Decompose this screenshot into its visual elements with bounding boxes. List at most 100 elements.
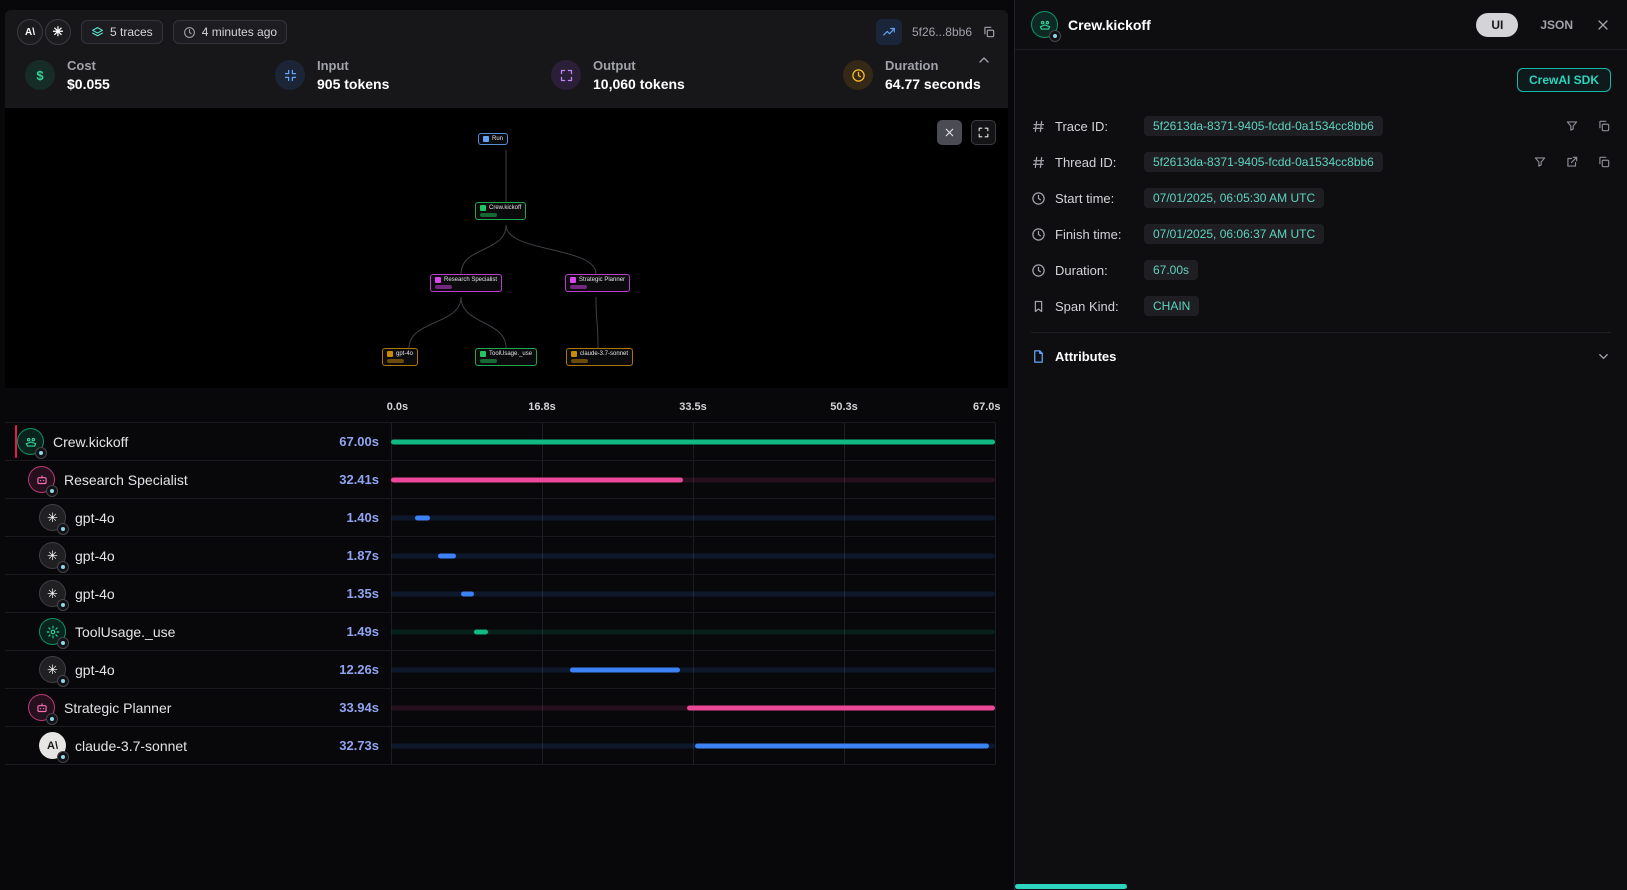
detail-value: 67.00s bbox=[1144, 260, 1198, 280]
external-icon[interactable] bbox=[1565, 155, 1579, 169]
arrows-out-icon bbox=[559, 68, 574, 83]
graph-node[interactable]: Crew.kickoff bbox=[475, 202, 526, 220]
waterfall-row[interactable]: Crew.kickoff67.00s bbox=[5, 423, 995, 461]
graph-node-label: claude-3.7-sonnet bbox=[580, 351, 628, 357]
openai-icon: ✳ bbox=[39, 656, 66, 683]
waterfall-row[interactable]: ✳gpt-4o1.35s bbox=[5, 575, 995, 613]
graph-node-duration-chip bbox=[570, 285, 587, 289]
waterfall-row-label: ✳gpt-4o1.40s bbox=[5, 504, 391, 531]
trace-main: A\ ✳ 5 traces 4 minutes ago 5f26...8bb6 … bbox=[0, 0, 1014, 890]
span-name: claude-3.7-sonnet bbox=[75, 738, 187, 754]
span-duration: 1.87s bbox=[346, 548, 379, 563]
waterfall-row-label: A\ claude-3.7-sonnet 32.73s bbox=[5, 732, 391, 759]
graph-node[interactable]: ToolUsage._use bbox=[475, 348, 537, 366]
close-graph-button[interactable] bbox=[937, 120, 962, 145]
stat-cost-value: $0.055 bbox=[67, 76, 110, 92]
span-duration: 1.40s bbox=[346, 510, 379, 525]
graph-node[interactable]: gpt-4o bbox=[382, 348, 418, 366]
duration-track bbox=[391, 553, 995, 558]
waterfall-row-track bbox=[391, 651, 995, 688]
detail-label: Trace ID: bbox=[1055, 119, 1135, 134]
arrows-in-icon bbox=[283, 68, 298, 83]
attributes-label: Attributes bbox=[1055, 349, 1116, 364]
span-type-badge bbox=[57, 675, 69, 687]
waterfall-row[interactable]: ✳gpt-4o1.40s bbox=[5, 499, 995, 537]
waterfall-row[interactable]: Strategic Planner33.94s bbox=[5, 689, 995, 727]
stat-duration-value: 64.77 seconds bbox=[885, 76, 981, 92]
stat-input-label: Input bbox=[317, 58, 389, 73]
trend-icon bbox=[882, 25, 896, 39]
agent-icon bbox=[28, 694, 55, 721]
horizontal-scrollbar-thumb[interactable] bbox=[1015, 884, 1127, 889]
openai-logo-icon: ✳ bbox=[45, 19, 71, 45]
duration-bar bbox=[687, 705, 995, 710]
waterfall-row[interactable]: ✳gpt-4o1.87s bbox=[5, 537, 995, 575]
copy-icon[interactable] bbox=[1597, 119, 1611, 133]
waterfall-row-track bbox=[391, 613, 995, 650]
span-type-badge bbox=[35, 447, 47, 459]
waterfall-row[interactable]: ToolUsage._use1.49s bbox=[5, 613, 995, 651]
graph-node[interactable]: Research Specialist bbox=[430, 274, 502, 292]
waterfall-row-label: Research Specialist32.41s bbox=[5, 466, 391, 493]
metrics-chart-button[interactable] bbox=[876, 19, 902, 45]
duration-track bbox=[391, 515, 995, 520]
waterfall-row-label: ✳gpt-4o1.35s bbox=[5, 580, 391, 607]
span-name: Research Specialist bbox=[64, 472, 188, 488]
duration-bar bbox=[461, 591, 474, 596]
filter-icon[interactable] bbox=[1565, 119, 1579, 133]
graph-node-icon bbox=[387, 351, 393, 357]
dollar-icon: $ bbox=[25, 60, 55, 90]
span-name: gpt-4o bbox=[75, 662, 115, 678]
chevron-up-icon[interactable] bbox=[976, 52, 992, 68]
graph-node[interactable]: claude-3.7-sonnet bbox=[566, 348, 633, 366]
span-name: gpt-4o bbox=[75, 510, 115, 526]
span-detail-body: CrewAI SDK Trace ID:5f2613da-8371-9405-f… bbox=[1015, 50, 1627, 380]
axis-tick-label: 33.5s bbox=[679, 401, 707, 413]
filter-icon[interactable] bbox=[1533, 155, 1547, 169]
waterfall-row-label: ✳gpt-4o1.87s bbox=[5, 542, 391, 569]
detail-row: Duration:67.00s bbox=[1031, 252, 1611, 288]
chevron-down-icon bbox=[1596, 349, 1611, 364]
waterfall-row[interactable]: ✳gpt-4o12.26s bbox=[5, 651, 995, 689]
span-duration: 32.73s bbox=[339, 738, 379, 753]
span-duration: 1.49s bbox=[346, 624, 379, 639]
duration-bar bbox=[391, 439, 995, 444]
ui-view-toggle[interactable]: UI bbox=[1476, 13, 1518, 37]
span-type-badge bbox=[46, 485, 58, 497]
file-icon bbox=[1031, 349, 1046, 364]
stat-output-label: Output bbox=[593, 58, 685, 73]
close-panel-icon[interactable] bbox=[1595, 17, 1611, 33]
trace-graph-panel[interactable]: Run Crew.kickoff Research Specialist Strate… bbox=[5, 108, 1008, 388]
graph-node[interactable]: Run bbox=[478, 133, 508, 145]
copy-icon[interactable] bbox=[1597, 155, 1611, 169]
hash-icon bbox=[1031, 119, 1046, 134]
waterfall-row-track bbox=[391, 423, 995, 460]
span-name: gpt-4o bbox=[75, 548, 115, 564]
detail-value: CHAIN bbox=[1144, 296, 1199, 316]
attributes-section-header[interactable]: Attributes bbox=[1031, 332, 1611, 380]
expand-graph-button[interactable] bbox=[971, 120, 996, 145]
layers-icon bbox=[91, 26, 104, 39]
traces-count-badge[interactable]: 5 traces bbox=[81, 20, 163, 44]
axis-tick-label: 67.0s bbox=[973, 401, 1001, 413]
waterfall-row[interactable]: A\ claude-3.7-sonnet 32.73s bbox=[5, 727, 995, 765]
detail-row: Start time:07/01/2025, 06:05:30 AM UTC bbox=[1031, 180, 1611, 216]
waterfall-row[interactable]: Research Specialist32.41s bbox=[5, 461, 995, 499]
span-name: Crew.kickoff bbox=[53, 434, 128, 450]
graph-node-icon bbox=[480, 205, 486, 211]
duration-bar bbox=[695, 743, 989, 748]
anthropic-logo-icon: A\ bbox=[17, 19, 43, 45]
graph-node[interactable]: Strategic Planner bbox=[565, 274, 630, 292]
span-type-badge bbox=[1049, 30, 1061, 42]
crew-icon bbox=[1031, 11, 1058, 38]
span-duration: 1.35s bbox=[346, 586, 379, 601]
json-view-toggle[interactable]: JSON bbox=[1540, 18, 1573, 32]
detail-row: Finish time:07/01/2025, 06:06:37 AM UTC bbox=[1031, 216, 1611, 252]
stat-input: Input 905 tokens bbox=[275, 58, 551, 92]
graph-node-label: Research Specialist bbox=[444, 277, 497, 283]
copy-icon[interactable] bbox=[982, 25, 996, 39]
span-duration: 33.94s bbox=[339, 700, 379, 715]
timeline-axis: 0.0s16.8s33.5s50.3s67.0s bbox=[5, 388, 1008, 422]
waterfall-row-track bbox=[391, 575, 995, 612]
anthropic-icon: A\ bbox=[39, 732, 66, 759]
